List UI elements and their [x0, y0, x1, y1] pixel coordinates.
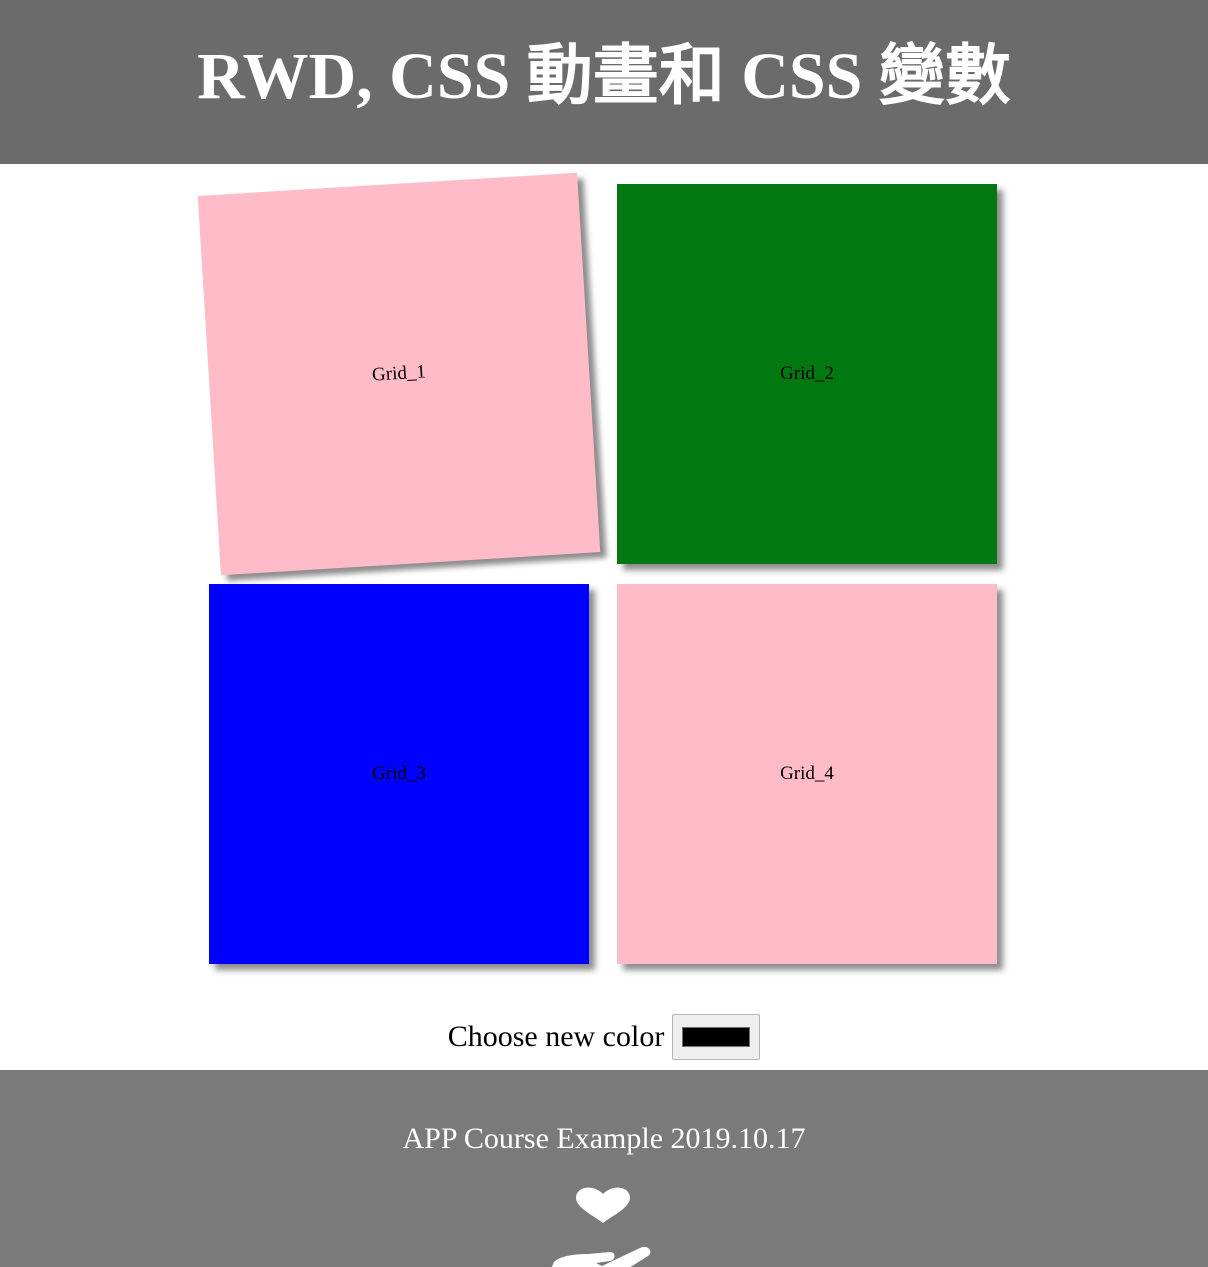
grid-2[interactable]: Grid_2	[617, 184, 997, 564]
page-title: RWD, CSS 動畫和 CSS 變數	[197, 40, 1011, 113]
grid-label: Grid_1	[371, 361, 427, 386]
grid-label: Grid_2	[780, 363, 834, 384]
page-header: RWD, CSS 動畫和 CSS 變數	[0, 0, 1208, 164]
color-swatch	[682, 1027, 751, 1047]
color-picker-label: Choose new color	[447, 1020, 665, 1053]
grid-4[interactable]: Grid_4	[617, 584, 997, 964]
grid-label: Grid_3	[372, 763, 426, 784]
grid-1[interactable]: Grid_1	[197, 172, 601, 576]
grid-label: Grid_4	[780, 763, 834, 784]
grid-3[interactable]: Grid_3	[209, 584, 589, 964]
footer-text: APP Course Example 2019.10.17	[402, 1122, 806, 1155]
color-picker-row: Choose new color	[0, 1012, 1208, 1062]
page-footer: APP Course Example 2019.10.17	[0, 1070, 1208, 1267]
hand-holding-heart-icon	[551, 1187, 651, 1267]
color-picker-input[interactable]	[672, 1014, 761, 1060]
page: RWD, CSS 動畫和 CSS 變數 Grid_1 Grid_2 Grid_3…	[0, 0, 1208, 1267]
